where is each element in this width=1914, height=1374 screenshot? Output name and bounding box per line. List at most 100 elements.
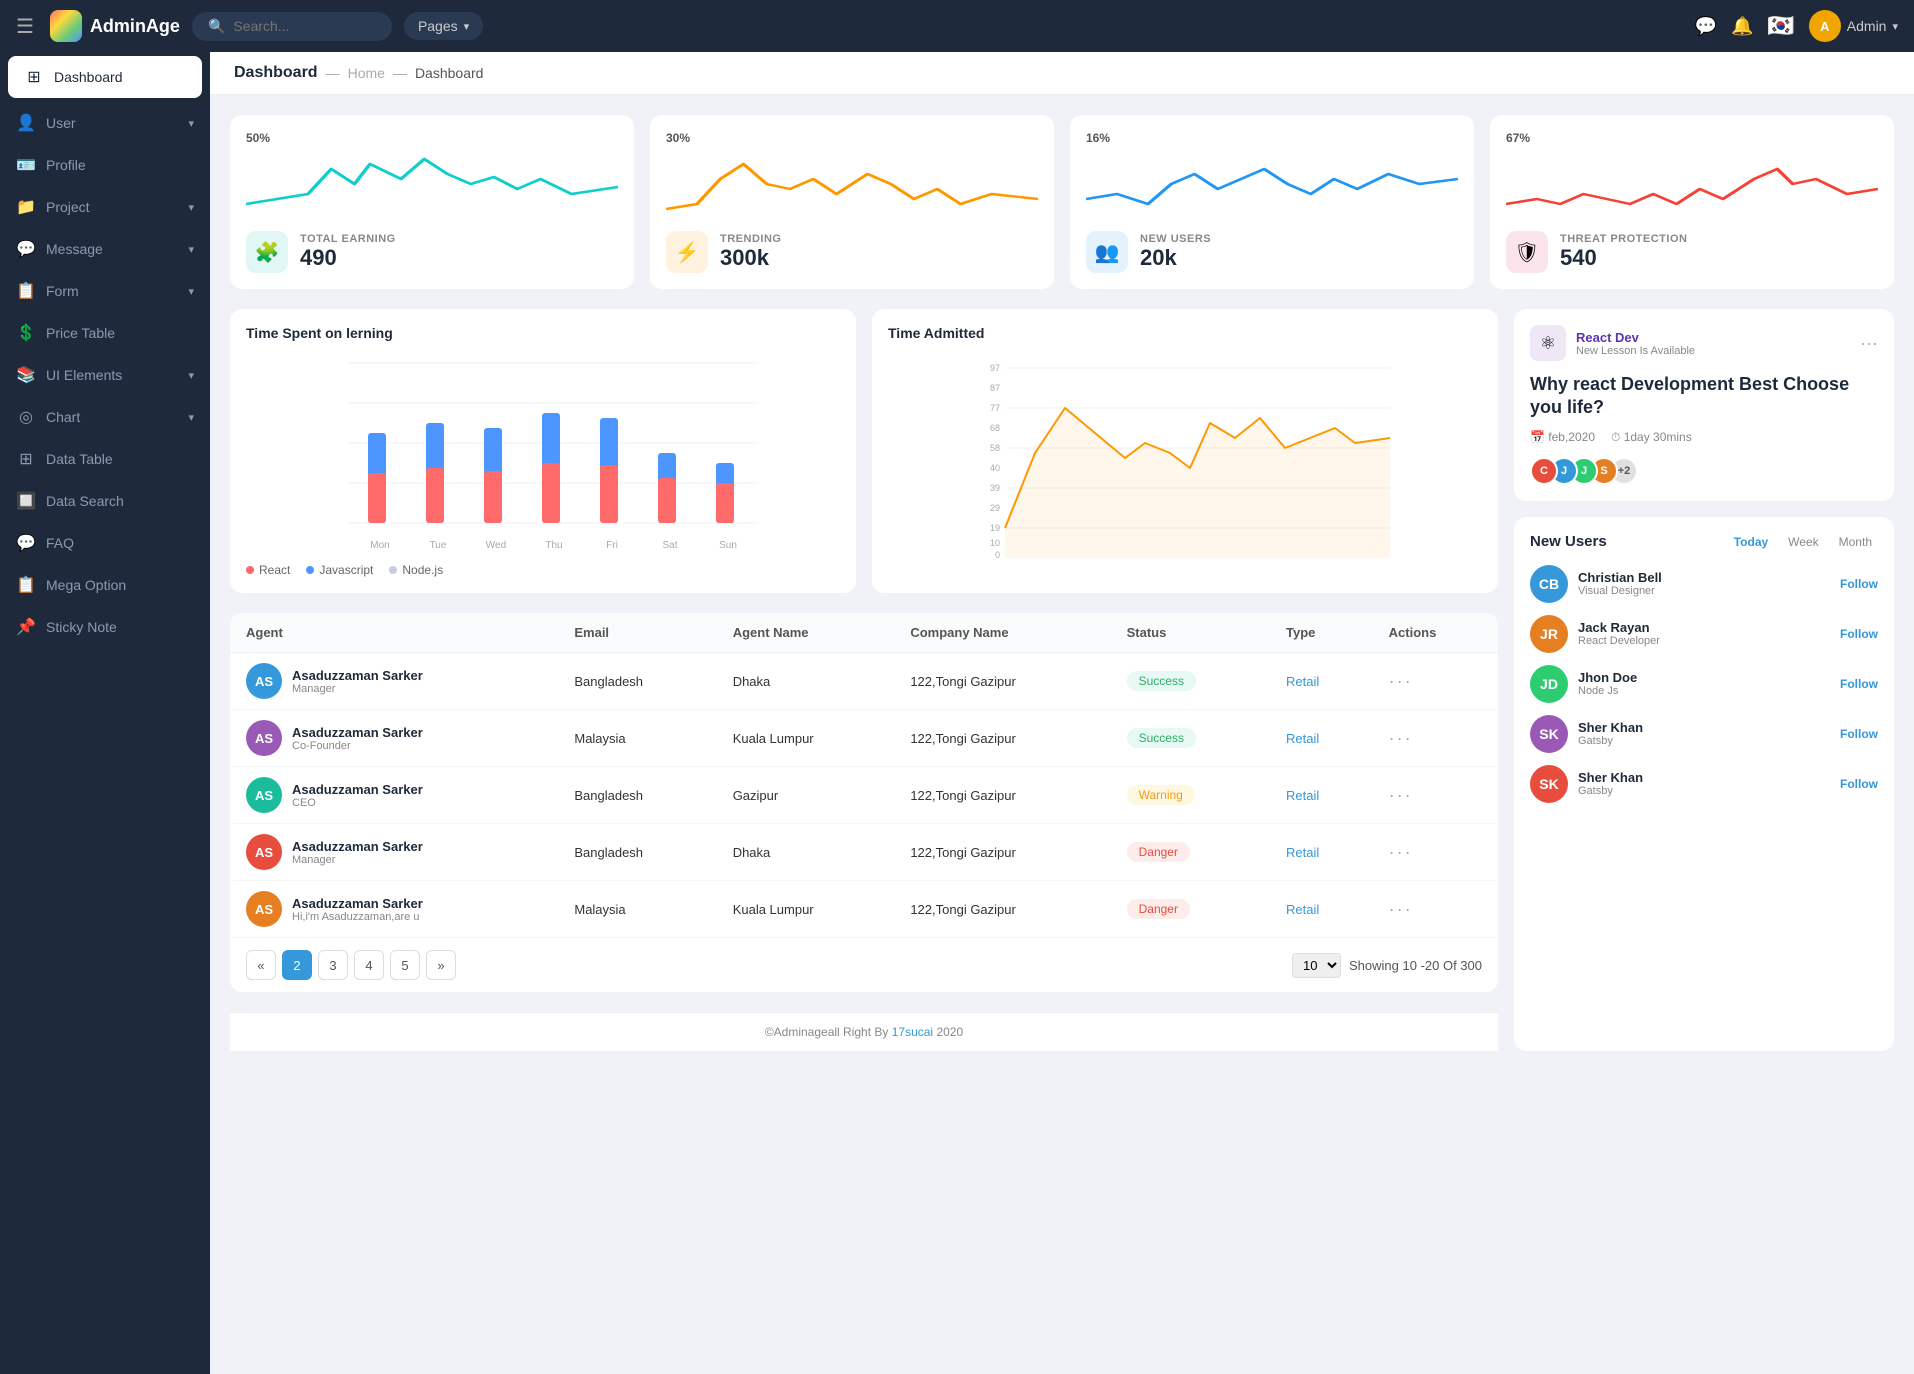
user-info: Jack Rayan React Developer bbox=[1578, 620, 1660, 647]
agent-name-cell: Kuala Lumpur bbox=[717, 710, 895, 767]
pages-dropdown[interactable]: Pages ▾ bbox=[404, 12, 483, 40]
actions-button[interactable]: ··· bbox=[1389, 899, 1413, 919]
legend-javascript: Javascript bbox=[306, 563, 373, 577]
table-row: AS Asaduzzaman Sarker Co-Founder Malaysi… bbox=[230, 710, 1498, 767]
message-icon[interactable]: 💬 bbox=[1695, 16, 1717, 37]
user-info: Jhon Doe Node Js bbox=[1578, 670, 1637, 697]
user-row: SK Sher Khan Gatsby Follow bbox=[1530, 765, 1878, 803]
svg-text:Thu: Thu bbox=[545, 540, 562, 551]
user-name: Christian Bell bbox=[1578, 570, 1662, 585]
actions-button[interactable]: ··· bbox=[1389, 842, 1413, 862]
actions-button[interactable]: ··· bbox=[1389, 728, 1413, 748]
stat-card-new-users: 16% 👥 NEW USERS 20k bbox=[1070, 115, 1474, 289]
svg-text:87: 87 bbox=[990, 383, 1000, 393]
main-layout: ⊞ Dashboard 👤 User ▾ 🪪 Profile 📁 Project… bbox=[0, 52, 1914, 1374]
more-options-button[interactable]: ··· bbox=[1860, 333, 1878, 354]
sidebar-item-data-table[interactable]: ⊞ Data Table bbox=[0, 438, 210, 480]
rows-per-page-select[interactable]: 10 20 50 bbox=[1292, 953, 1341, 978]
user-avatar: CB bbox=[1530, 565, 1568, 603]
sticky-note-icon: 📌 bbox=[16, 617, 36, 637]
actions-cell[interactable]: ··· bbox=[1373, 653, 1498, 710]
col-agent-name: Agent Name bbox=[717, 613, 895, 653]
sidebar-item-dashboard[interactable]: ⊞ Dashboard bbox=[8, 56, 202, 98]
bell-icon[interactable]: 🔔 bbox=[1731, 16, 1753, 37]
price-table-icon: 💲 bbox=[16, 323, 36, 343]
company-cell: 122,Tongi Gazipur bbox=[894, 710, 1110, 767]
sidebar-item-chart[interactable]: ◎ Chart ▾ bbox=[0, 396, 210, 438]
page-2-button[interactable]: 2 bbox=[282, 950, 312, 980]
search-bar[interactable]: 🔍 bbox=[192, 12, 392, 41]
new-users-header: New Users Today Week Month bbox=[1530, 533, 1878, 551]
breadcrumb-home[interactable]: Home bbox=[348, 65, 385, 81]
right-panel: ⚛ React Dev New Lesson Is Available ··· … bbox=[1514, 309, 1894, 1051]
page-title: Dashboard bbox=[234, 64, 318, 82]
actions-cell[interactable]: ··· bbox=[1373, 710, 1498, 767]
stat-icon: 🛡 bbox=[1506, 231, 1548, 273]
search-input[interactable] bbox=[233, 18, 373, 34]
table-header-row: Agent Email Agent Name Company Name Stat… bbox=[230, 613, 1498, 653]
page-5-button[interactable]: 5 bbox=[390, 950, 420, 980]
company-cell: 122,Tongi Gazipur bbox=[894, 881, 1110, 938]
follow-button[interactable]: Follow bbox=[1840, 777, 1878, 791]
col-email: Email bbox=[558, 613, 716, 653]
follow-button[interactable]: Follow bbox=[1840, 677, 1878, 691]
actions-button[interactable]: ··· bbox=[1389, 785, 1413, 805]
actions-cell[interactable]: ··· bbox=[1373, 824, 1498, 881]
sidebar-item-form[interactable]: 📋 Form ▾ bbox=[0, 270, 210, 312]
page-4-button[interactable]: 4 bbox=[354, 950, 384, 980]
sidebar-item-profile[interactable]: 🪪 Profile bbox=[0, 144, 210, 186]
agent-name: Asaduzzaman Sarker bbox=[292, 782, 423, 797]
stat-card-trending: 30% ⚡ TRENDING 300k bbox=[650, 115, 1054, 289]
lesson-meta: 📅 feb,2020 ⏱ 1day 30mins bbox=[1530, 430, 1878, 445]
sidebar-item-sticky-note[interactable]: 📌 Sticky Note bbox=[0, 606, 210, 648]
sidebar-item-user[interactable]: 👤 User ▾ bbox=[0, 102, 210, 144]
sidebar-item-faq[interactable]: 💬 FAQ bbox=[0, 522, 210, 564]
stat-value: 300k bbox=[720, 245, 781, 271]
type-cell: Retail bbox=[1270, 710, 1373, 767]
charts-and-panel: Time Spent on lerning Mon Tue bbox=[230, 309, 1894, 1051]
admin-user-menu[interactable]: A Admin ▾ bbox=[1809, 10, 1898, 42]
agent-avatar: AS bbox=[246, 663, 282, 699]
sidebar-item-mega-option[interactable]: 📋 Mega Option bbox=[0, 564, 210, 606]
avatar: C bbox=[1530, 457, 1558, 485]
col-actions: Actions bbox=[1373, 613, 1498, 653]
page-3-button[interactable]: 3 bbox=[318, 950, 348, 980]
tab-month[interactable]: Month bbox=[1833, 533, 1878, 551]
agent-name-cell: Kuala Lumpur bbox=[717, 881, 895, 938]
status-badge: Danger bbox=[1127, 842, 1190, 862]
time-spent-svg: Mon Tue Wed Thu Fri Sat Sun bbox=[246, 353, 840, 553]
type-value: Retail bbox=[1286, 674, 1319, 689]
stat-chart bbox=[1506, 149, 1878, 219]
hamburger-icon[interactable]: ☰ bbox=[16, 14, 34, 39]
sidebar-item-price-table[interactable]: 💲 Price Table bbox=[0, 312, 210, 354]
actions-button[interactable]: ··· bbox=[1389, 671, 1413, 691]
flag-icon[interactable]: 🇰🇷 bbox=[1767, 13, 1794, 39]
stat-label: NEW USERS bbox=[1140, 233, 1211, 245]
user-info: Christian Bell Visual Designer bbox=[1578, 570, 1662, 597]
tab-today[interactable]: Today bbox=[1728, 533, 1774, 551]
search-icon: 🔍 bbox=[208, 18, 225, 35]
svg-text:58: 58 bbox=[990, 443, 1000, 453]
user-row: JR Jack Rayan React Developer Follow bbox=[1530, 615, 1878, 653]
email-cell: Malaysia bbox=[558, 881, 716, 938]
actions-cell[interactable]: ··· bbox=[1373, 881, 1498, 938]
agent-name: Asaduzzaman Sarker bbox=[292, 896, 423, 911]
sidebar-item-project[interactable]: 📁 Project ▾ bbox=[0, 186, 210, 228]
follow-button[interactable]: Follow bbox=[1840, 577, 1878, 591]
status-badge: Warning bbox=[1127, 785, 1195, 805]
charts-row: Time Spent on lerning Mon Tue bbox=[230, 309, 1498, 593]
prev-page-button[interactable]: « bbox=[246, 950, 276, 980]
actions-cell[interactable]: ··· bbox=[1373, 767, 1498, 824]
follow-button[interactable]: Follow bbox=[1840, 627, 1878, 641]
svg-text:Sat: Sat bbox=[662, 540, 677, 551]
follow-button[interactable]: Follow bbox=[1840, 727, 1878, 741]
footer-link[interactable]: 17sucai bbox=[892, 1025, 933, 1039]
sidebar-item-data-search[interactable]: 🔲 Data Search bbox=[0, 480, 210, 522]
legend-label: Node.js bbox=[402, 563, 443, 577]
tab-week[interactable]: Week bbox=[1782, 533, 1824, 551]
type-cell: Retail bbox=[1270, 881, 1373, 938]
agent-name: Asaduzzaman Sarker bbox=[292, 839, 423, 854]
sidebar-item-ui-elements[interactable]: 📚 UI Elements ▾ bbox=[0, 354, 210, 396]
sidebar-item-message[interactable]: 💬 Message ▾ bbox=[0, 228, 210, 270]
next-page-button[interactable]: » bbox=[426, 950, 456, 980]
